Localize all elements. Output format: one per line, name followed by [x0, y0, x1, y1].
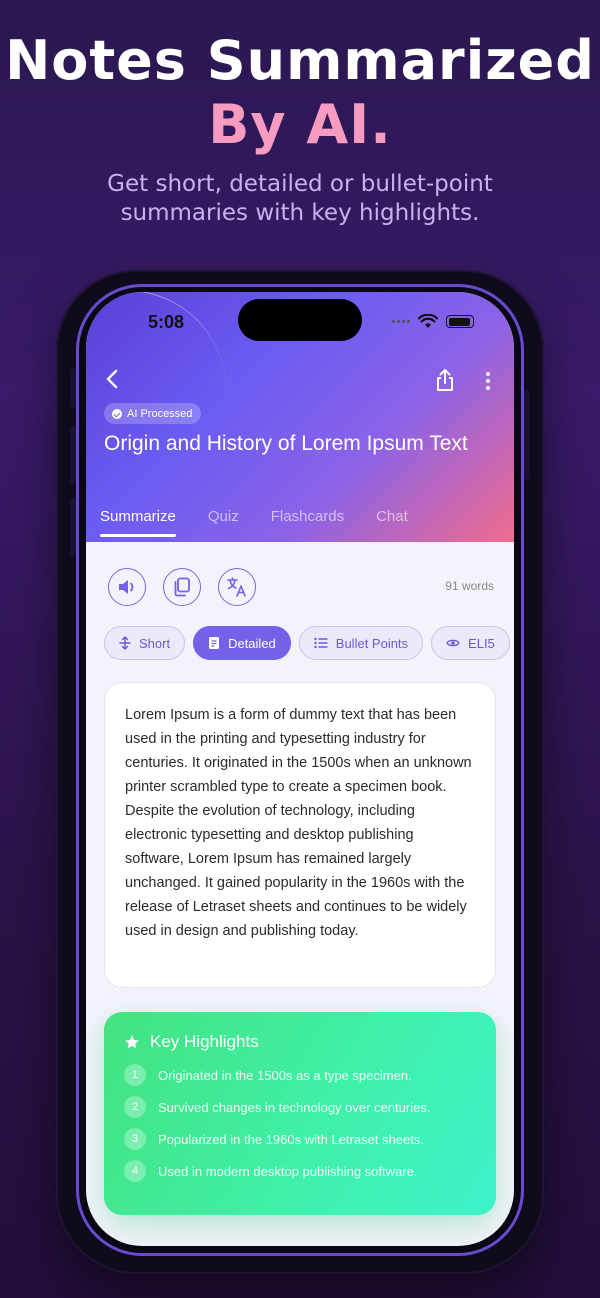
summary-mode-selector: Short Detailed Bullet Points ELI5 — [104, 626, 510, 660]
note-header: 5:08 AI Processed Origin and History of … — [86, 292, 514, 542]
more-options-icon[interactable] — [484, 372, 492, 390]
list-icon — [314, 637, 328, 649]
speaker-button[interactable] — [108, 568, 146, 606]
key-highlights-card: Key Highlights 1 Originated in the 1500s… — [104, 1012, 496, 1215]
highlight-text: Originated in the 1500s as a type specim… — [158, 1067, 412, 1083]
tab-quiz[interactable]: Quiz — [208, 508, 239, 537]
speaker-icon — [119, 580, 134, 594]
share-icon[interactable] — [434, 368, 456, 392]
hero-title-accent: By AI. — [208, 93, 392, 156]
status-icons — [392, 314, 474, 329]
highlight-text: Popularized in the 1960s with Letraset s… — [158, 1131, 424, 1147]
highlight-number: 3 — [124, 1128, 146, 1150]
mode-short-button[interactable]: Short — [104, 626, 186, 660]
eye-icon — [446, 639, 460, 647]
tab-bar: Summarize Quiz Flashcards Chat — [100, 508, 440, 537]
wifi-icon — [418, 314, 438, 328]
tab-chat[interactable]: Chat — [376, 508, 408, 537]
status-time: 5:08 — [148, 312, 185, 332]
star-icon — [125, 1035, 139, 1049]
copy-icon — [174, 577, 190, 597]
phone-power-button — [524, 390, 530, 480]
mode-bullet-points-button[interactable]: Bullet Points — [298, 626, 424, 660]
signal-icon — [392, 320, 410, 323]
mode-eli5-button[interactable]: ELI5 — [431, 626, 510, 660]
translate-button[interactable] — [218, 568, 256, 606]
document-icon — [209, 637, 220, 649]
copy-button[interactable] — [163, 568, 201, 606]
highlight-number: 2 — [124, 1096, 146, 1118]
badge-label: AI Processed — [127, 407, 193, 420]
translate-icon — [227, 577, 246, 597]
note-title: Origin and History of Lorem Ipsum Text — [104, 432, 468, 455]
hero-subtitle: Get short, detailed or bullet-point summ… — [107, 171, 493, 226]
highlight-item: 1 Originated in the 1500s as a type spec… — [124, 1064, 476, 1086]
check-circle-icon — [112, 408, 122, 419]
key-highlights-header: Key Highlights — [124, 1032, 476, 1052]
mode-eli5-label: ELI5 — [468, 635, 495, 651]
key-highlights-title: Key Highlights — [150, 1032, 259, 1051]
tab-flashcards[interactable]: Flashcards — [271, 508, 344, 537]
highlight-number: 1 — [124, 1064, 146, 1086]
tab-summarize[interactable]: Summarize — [100, 508, 176, 537]
highlight-item: 4 Used in modern desktop publishing soft… — [124, 1160, 476, 1182]
mode-detailed-label: Detailed — [228, 635, 276, 651]
highlight-text: Used in modern desktop publishing softwa… — [158, 1163, 418, 1179]
word-count: 91 words — [445, 579, 494, 593]
back-icon[interactable] — [102, 368, 124, 390]
mode-bullet-points-label: Bullet Points — [335, 635, 409, 651]
highlight-item: 3 Popularized in the 1960s with Letraset… — [124, 1128, 476, 1150]
mode-short-label: Short — [139, 635, 171, 651]
summary-text: Lorem Ipsum is a form of dummy text that… — [125, 707, 472, 939]
highlight-text: Survived changes in technology over cent… — [158, 1099, 431, 1115]
short-icon — [119, 636, 131, 650]
ai-processed-badge: AI Processed — [104, 403, 202, 424]
hero-title: Notes Summarized — [5, 29, 595, 92]
summary-card: Lorem Ipsum is a form of dummy text that… — [104, 682, 496, 988]
highlight-item: 2 Survived changes in technology over ce… — [124, 1096, 476, 1118]
app-screen: 5:08 AI Processed Origin and History of … — [86, 292, 514, 1246]
battery-icon — [446, 315, 474, 328]
highlight-number: 4 — [124, 1160, 146, 1182]
mode-detailed-button[interactable]: Detailed — [193, 626, 291, 660]
dynamic-island — [238, 299, 362, 341]
